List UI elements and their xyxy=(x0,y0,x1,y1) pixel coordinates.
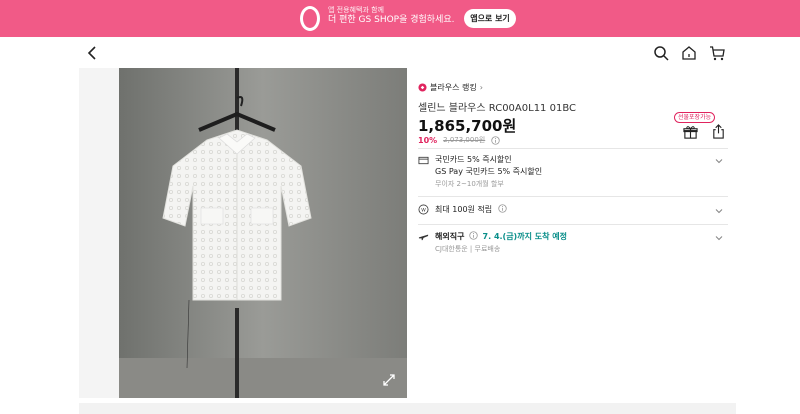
open-app-button[interactable]: 앱으로 보기 xyxy=(464,9,516,28)
chevron-down-icon[interactable] xyxy=(714,206,724,216)
cart-icon[interactable] xyxy=(709,45,725,61)
card-discount-line1: 국민카드 5% 즉시할인 xyxy=(435,155,512,164)
expand-icon[interactable] xyxy=(381,372,397,388)
product-image[interactable] xyxy=(119,68,407,398)
product-title: 셀린느 블라우스 RC00A0L11 01BC xyxy=(418,103,576,114)
card-discount-line2: GS Pay 국민카드 5% 즉시할인 xyxy=(435,167,543,176)
app-promo-banner[interactable]: 앱 전용혜택과 함께 더 편한 GS SHOP을 경험하세요. 앱으로 보기 xyxy=(0,0,800,37)
ranking-label: 블라우스 랭킹 xyxy=(430,82,477,92)
banner-small-text: 앱 전용혜택과 함께 xyxy=(328,6,384,14)
card-discount-text: 국민카드 5% 즉시할인 GS Pay 국민카드 5% 즉시할인 무이자 2~1… xyxy=(435,154,542,190)
courier-info: CJ대한통운 | 무료배송 xyxy=(435,245,501,253)
shipping-text: 해외직구 7. 4.(금)까지 도착 예정 CJ대한통운 | 무료배송 xyxy=(435,231,567,255)
overseas-direct-label: 해외직구 xyxy=(435,232,465,241)
divider xyxy=(418,148,728,149)
chevron-down-icon[interactable] xyxy=(714,233,724,243)
banner-text: 앱 전용혜택과 함께 더 편한 GS SHOP을 경험하세요. xyxy=(328,6,455,26)
card-discount-row[interactable]: 국민카드 5% 즉시할인 GS Pay 국민카드 5% 즉시할인 무이자 2~1… xyxy=(418,154,728,190)
bottom-section-strip xyxy=(79,403,736,414)
points-icon: W xyxy=(418,204,429,215)
discount-percent: 10% xyxy=(418,135,438,145)
original-price: 2,073,000원 xyxy=(443,136,486,144)
divider xyxy=(418,224,728,225)
sale-price: 1,865,700원 xyxy=(418,117,517,135)
delivery-date: 7. 4.(금)까지 도착 예정 xyxy=(482,232,567,241)
points-row[interactable]: W 최대 100원 적립 xyxy=(418,204,728,218)
credit-card-icon xyxy=(418,156,429,165)
gift-icon[interactable] xyxy=(683,125,698,140)
gift-wrap-badge: 선물포장가능 xyxy=(674,112,716,123)
banner-main-text: 더 편한 GS SHOP을 경험하세요. xyxy=(328,15,455,26)
shipping-row[interactable]: 해외직구 7. 4.(금)까지 도착 예정 CJ대한통운 | 무료배송 xyxy=(418,231,728,257)
ranking-badge-icon xyxy=(418,82,427,92)
info-icon[interactable] xyxy=(469,231,478,240)
share-icon[interactable] xyxy=(711,124,726,139)
header-nav xyxy=(0,37,800,69)
chevron-down-icon[interactable] xyxy=(714,156,724,166)
installment-text: 무이자 2~10개월 할부 xyxy=(435,180,504,188)
image-gallery-side xyxy=(79,68,119,398)
info-icon[interactable] xyxy=(491,135,500,145)
search-icon[interactable] xyxy=(653,45,669,61)
gs-shop-logo-icon xyxy=(300,6,320,31)
airplane-icon xyxy=(418,234,429,241)
svg-text:W: W xyxy=(421,207,426,213)
back-arrow-icon[interactable] xyxy=(85,45,101,61)
discount-row: 10% 2,073,000원 xyxy=(418,135,500,145)
chevron-right-icon: › xyxy=(479,82,483,92)
points-label: 최대 100원 적립 xyxy=(435,205,493,214)
home-icon[interactable] xyxy=(681,45,697,61)
info-icon[interactable] xyxy=(498,204,507,213)
points-text: 최대 100원 적립 xyxy=(435,204,507,216)
ranking-link[interactable]: 블라우스 랭킹 › xyxy=(418,81,483,93)
blouse-photo xyxy=(119,68,407,398)
divider xyxy=(418,196,728,197)
